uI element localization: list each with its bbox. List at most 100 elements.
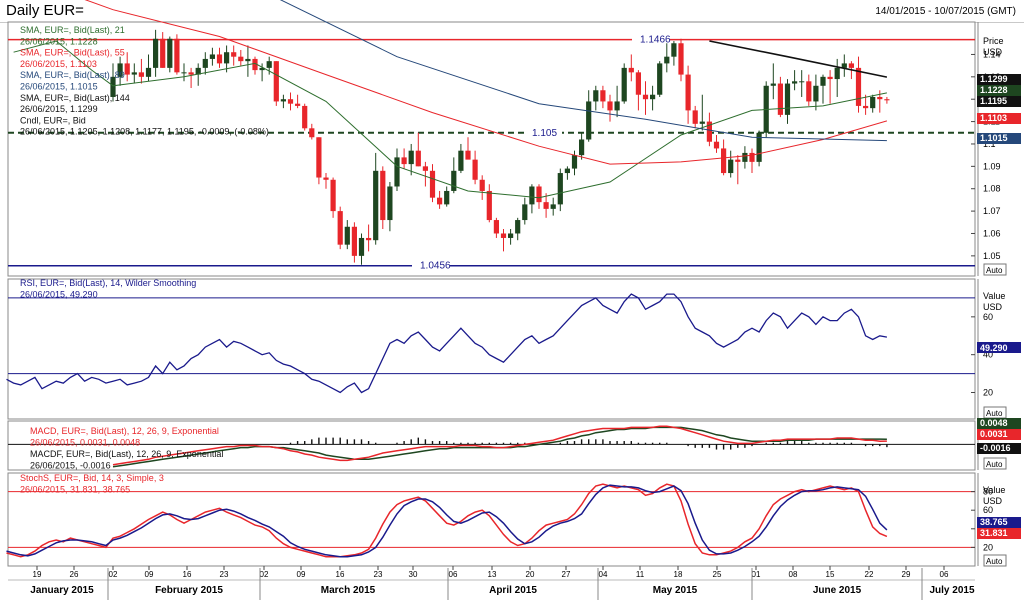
- price-tag: 1.1195: [980, 96, 1007, 106]
- candle-body: [380, 170, 386, 221]
- month-label: May 2015: [653, 585, 698, 596]
- candle-body: [863, 105, 869, 109]
- candle-body: [451, 170, 457, 191]
- macd-legend-line: MACDF, EUR=, Bid(Last), 12, 26, 9, Expon…: [30, 449, 223, 459]
- auto-label-rsi: Auto: [986, 409, 1003, 418]
- rsi-axis-unit: USD: [983, 302, 1003, 312]
- candle-body: [309, 128, 315, 138]
- stoch-axis-title: Value: [983, 485, 1005, 495]
- candle-body: [777, 83, 783, 115]
- price-legend-line: SMA, EUR=, Bid(Last), 89: [20, 70, 125, 80]
- rsi-axis-title: Value: [983, 291, 1005, 301]
- x-tick-label: 18: [674, 570, 683, 579]
- ref-line-label: 1.105: [532, 128, 557, 139]
- x-tick-label: 08: [789, 570, 798, 579]
- rsi-tick-label: 20: [983, 388, 993, 398]
- panel-rsi: [7, 278, 976, 420]
- price-legend-line: SMA, EUR=, Bid(Last), 55: [20, 48, 125, 58]
- candle-body: [316, 137, 322, 178]
- x-tick-label: 29: [902, 570, 911, 579]
- price-legend-line: 26/06/2015, 1.1015: [20, 82, 98, 92]
- price-tick-label: 1.05: [983, 251, 1001, 261]
- candle-body: [557, 173, 563, 205]
- stoch-tag: 38.765: [980, 517, 1008, 527]
- candle-body: [728, 159, 734, 174]
- x-tick-label: 16: [336, 570, 345, 579]
- price-legend-line: 26/06/2015, 1.1299: [20, 104, 98, 114]
- candle-body: [713, 141, 720, 149]
- candle-body: [692, 110, 698, 124]
- candle-body: [209, 54, 215, 59]
- candle-body: [131, 72, 137, 75]
- x-tick-label: 25: [713, 570, 722, 579]
- stoch-tick-label: 20: [983, 542, 993, 552]
- candle-body: [408, 150, 414, 165]
- price-tag: 1.1299: [980, 74, 1008, 84]
- x-tick-label: 30: [409, 570, 418, 579]
- price-legend-line: 26/06/2015, 1.1205, 1.1208, 1.1177, 1.11…: [20, 127, 269, 137]
- candle-body: [848, 63, 854, 68]
- candle-body: [394, 157, 400, 187]
- candle-body: [685, 74, 691, 111]
- candle-body: [231, 52, 237, 57]
- candle-body: [721, 148, 727, 174]
- candle-body: [323, 177, 329, 180]
- candle-body: [337, 211, 343, 245]
- x-tick-label: 20: [526, 570, 535, 579]
- auto-label-price: Auto: [986, 266, 1003, 275]
- x-tick-label: 02: [260, 570, 269, 579]
- candle-body: [287, 99, 294, 104]
- price-tick-label: 1.06: [983, 228, 1001, 238]
- month-label: February 2015: [155, 585, 223, 596]
- month-label: January 2015: [30, 585, 94, 596]
- x-tick-label: 15: [826, 570, 835, 579]
- stoch-legend-line: StochS, EUR=, Bid, 14, 3, Simple, 3: [20, 473, 164, 483]
- candle-body: [820, 76, 826, 86]
- candle-body: [614, 101, 620, 111]
- candle-body: [884, 99, 890, 101]
- candle-body: [699, 121, 705, 124]
- chart-canvas[interactable]: 1.141.131.121.111.11.091.081.071.061.05P…: [0, 0, 1024, 608]
- candle-body: [678, 43, 684, 75]
- candle-body: [351, 226, 357, 256]
- x-tick-label: 23: [374, 570, 383, 579]
- candle-body: [827, 76, 833, 80]
- macd-tag: -0.0016: [980, 443, 1011, 453]
- candle-body: [742, 152, 748, 162]
- rsi-legend-line: 26/06/2015, 49.290: [20, 290, 98, 300]
- candle-body: [543, 202, 549, 209]
- candle-body: [586, 101, 592, 140]
- candle-body: [145, 67, 152, 77]
- candle-body: [522, 204, 528, 221]
- stoch-tag: 31.831: [980, 528, 1008, 538]
- x-tick-label: 11: [636, 570, 645, 579]
- candle-body: [174, 38, 180, 73]
- macd-legend-line: 26/06/2015, 0.0031, 0.0048: [30, 438, 140, 448]
- candle-body: [593, 90, 599, 102]
- candle-body: [401, 157, 407, 165]
- price-tick-label: 1.08: [983, 184, 1001, 194]
- candle-body: [280, 99, 286, 102]
- candle-body: [792, 81, 798, 84]
- rsi-tick-label: 60: [983, 312, 993, 322]
- candle-body: [358, 237, 365, 256]
- price-legend-line: Cndl, EUR=, Bid: [20, 115, 86, 125]
- candle-body: [188, 72, 194, 75]
- candle-body: [124, 63, 130, 75]
- candle-body: [181, 72, 187, 74]
- price-legend-line: 26/06/2015, 1.1228: [20, 36, 98, 46]
- candle-body: [238, 56, 244, 62]
- x-tick-label: 06: [449, 570, 458, 579]
- candle-body: [202, 58, 208, 68]
- candle-body: [600, 90, 606, 102]
- month-label: July 2015: [929, 585, 974, 596]
- candle-body: [429, 170, 436, 198]
- price-axis-unit: USD: [983, 47, 1003, 57]
- candle-body: [216, 54, 223, 64]
- price-tick-label: 1.07: [983, 206, 1001, 216]
- price-tag: 1.1015: [980, 133, 1008, 143]
- candle-body: [330, 179, 336, 212]
- price-tag: 1.1103: [980, 113, 1007, 123]
- rsi-legend-line: RSI, EUR=, Bid(Last), 14, Wilder Smoothi…: [20, 278, 196, 288]
- candle-body: [295, 103, 301, 106]
